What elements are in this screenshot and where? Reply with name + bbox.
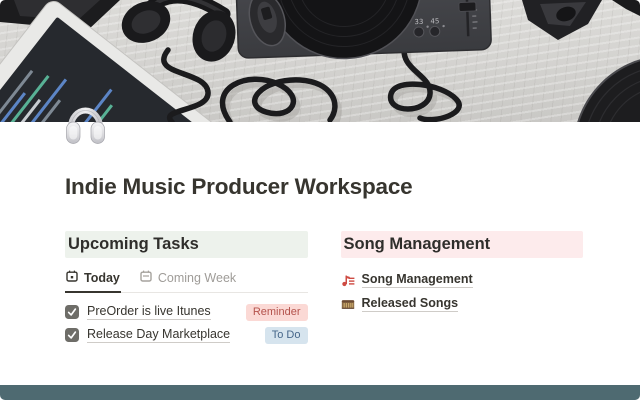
task-checkbox-checked[interactable]	[65, 328, 79, 342]
page-link-released-songs[interactable]: Released Songs	[341, 294, 584, 314]
status-tag: Reminder	[246, 304, 308, 321]
cover-headphones	[115, 0, 242, 67]
columns: Upcoming Tasks Today	[65, 231, 583, 348]
tab-coming-week[interactable]: Coming Week	[139, 268, 237, 293]
cover-vinyl-record	[574, 56, 640, 122]
calendar-icon	[66, 270, 78, 285]
page-body: Indie Music Producer Workspace Upcoming …	[65, 122, 583, 348]
task-link[interactable]: PreOrder is live Itunes	[87, 304, 211, 320]
page-link-song-management[interactable]: Song Management	[341, 270, 584, 290]
task-view-tabs: Today Coming Week	[65, 267, 308, 293]
status-tag: To Do	[265, 327, 308, 344]
page-link-label: Song Management	[362, 272, 473, 288]
column-upcoming-tasks: Upcoming Tasks Today	[65, 231, 308, 348]
tab-today-label: Today	[84, 271, 120, 285]
task-link[interactable]: Release Day Marketplace	[87, 327, 230, 343]
column-song-management: Song Management Song Management	[341, 231, 584, 348]
music-playlist-icon	[341, 273, 355, 287]
task-list: PreOrder is live Itunes Reminder Release…	[65, 302, 308, 345]
footer-accent-bar	[0, 385, 640, 400]
turntable-speed-45: 45	[430, 17, 439, 25]
task-checkbox-checked[interactable]	[65, 305, 79, 319]
task-row: Release Day Marketplace To Do	[65, 325, 308, 345]
task-row: PreOrder is live Itunes Reminder	[65, 302, 308, 322]
tab-today[interactable]: Today	[65, 268, 121, 293]
tab-coming-week-label: Coming Week	[158, 271, 236, 285]
turntable-speed-33: 33	[414, 18, 423, 26]
calendar-icon	[140, 270, 152, 285]
page-title: Indie Music Producer Workspace	[65, 172, 583, 202]
cover-turntable: 33 45	[233, 0, 491, 62]
song-link-list: Song Management	[341, 270, 584, 314]
cover-speaker-object	[522, 0, 640, 40]
page-link-label: Released Songs	[362, 296, 459, 312]
upcoming-tasks-heading: Upcoming Tasks	[65, 231, 308, 258]
song-management-heading: Song Management	[341, 231, 584, 258]
archive-box-icon	[341, 297, 355, 311]
